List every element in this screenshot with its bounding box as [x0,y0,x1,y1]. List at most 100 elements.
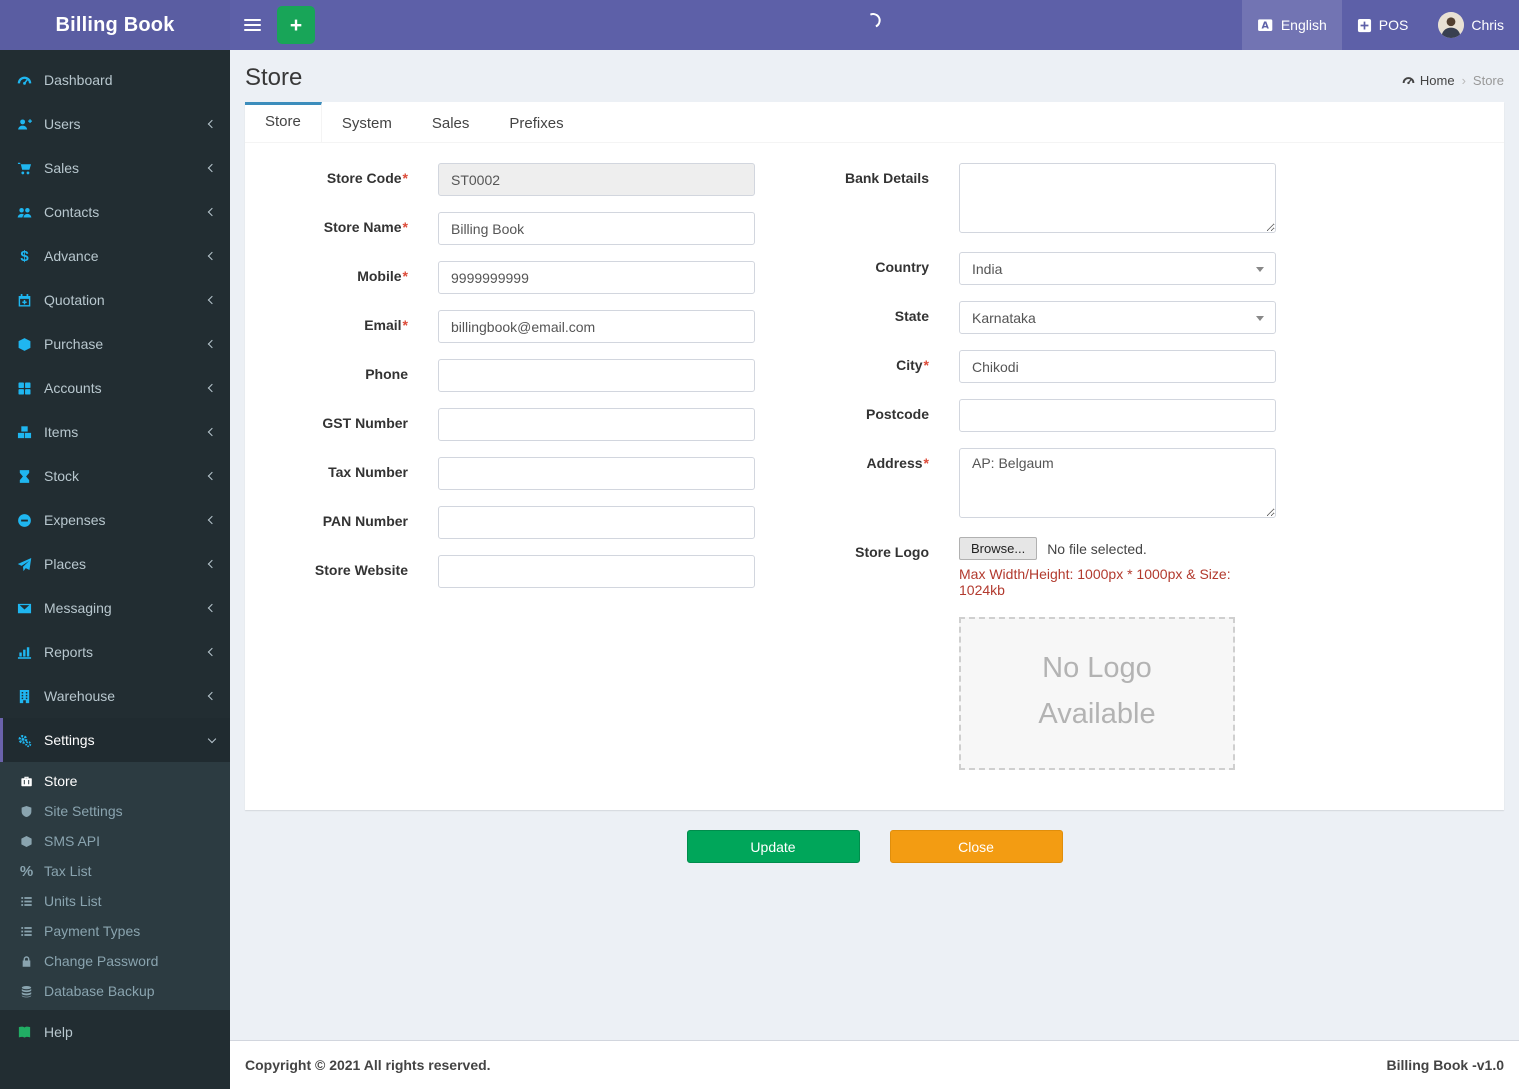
country-select[interactable]: India [959,252,1276,285]
shield-icon [18,805,35,818]
percent-icon: % [19,862,34,880]
sidebar-item-purchase[interactable]: Purchase [0,322,230,366]
database-icon [18,985,35,998]
store-name-input[interactable] [438,212,755,245]
sidebar-item-site-settings[interactable]: Site Settings [0,796,230,826]
chevron-left-icon [207,251,217,261]
app-logo[interactable]: Billing Book [0,0,230,50]
sidebar-item-database-backup[interactable]: Database Backup [0,976,230,1006]
gst-number-input[interactable] [438,408,755,441]
billing-book-app: Billing Book + English POS Chris Dashboa… [0,0,1519,1089]
city-label: City* [896,357,929,373]
field-address: Address* AP: Belgaum [790,448,1276,521]
user-plus-icon [15,117,34,132]
mobile-input[interactable] [438,261,755,294]
city-input[interactable] [959,350,1276,383]
chevron-left-icon [207,383,217,393]
field-pan-number: PAN Number [255,506,755,539]
sidebar-item-contacts[interactable]: Contacts [0,190,230,234]
sidebar-item-store[interactable]: Store [0,766,230,796]
sidebar-item-stock[interactable]: Stock [0,454,230,498]
footer: Copyright © 2021 All rights reserved. Bi… [230,1040,1519,1089]
email-input[interactable] [438,310,755,343]
sidebar-item-messaging[interactable]: Messaging [0,586,230,630]
store-name-label: Store Name* [323,219,408,235]
browse-button[interactable]: Browse... [959,537,1038,560]
field-store-logo: Store Logo Browse... No file selected. M… [790,537,1276,770]
gst-number-label: GST Number [322,415,408,431]
update-button[interactable]: Update [686,830,860,863]
field-country: Country India [790,252,1276,285]
list-icon [18,925,35,938]
tab-sales[interactable]: Sales [412,102,490,142]
close-button[interactable]: Close [889,830,1063,863]
loading-spinner [863,10,883,31]
users-icon [15,205,34,220]
minus-circle-icon [15,513,34,528]
bank-details-textarea[interactable] [959,163,1276,233]
sidebar-item-expenses[interactable]: Expenses [0,498,230,542]
plus-square-icon [1357,18,1372,33]
chevron-left-icon [207,427,217,437]
field-city: City* [790,350,1276,383]
pan-number-input[interactable] [438,506,755,539]
postcode-input[interactable] [959,399,1276,432]
breadcrumb-current: Store [1472,73,1504,88]
sidebar-item-change-password[interactable]: Change Password [0,946,230,976]
quick-add-button[interactable]: + [277,6,315,44]
building-icon [15,689,34,704]
store-form: Store Code* Store Name* Mobile* [245,143,1504,810]
address-textarea[interactable]: AP: Belgaum [959,448,1276,518]
calendar-plus-icon [15,293,34,308]
sidebar-item-sms-api[interactable]: SMS API [0,826,230,856]
sidebar-item-dashboard[interactable]: Dashboard [0,58,230,102]
list-icon [18,895,35,908]
tab-store[interactable]: Store [245,102,322,142]
bar-chart-icon [15,645,34,660]
field-tax-number: Tax Number [255,457,755,490]
field-state: State Karnataka [790,301,1276,334]
chevron-left-icon [207,119,217,129]
pos-button[interactable]: POS [1342,0,1424,50]
sidebar-item-warehouse[interactable]: Warehouse [0,674,230,718]
store-code-input[interactable] [438,163,755,196]
user-menu[interactable]: Chris [1423,0,1519,50]
tab-bar: Store System Sales Prefixes [245,102,1504,143]
store-code-label: Store Code* [326,170,408,186]
phone-input[interactable] [438,359,755,392]
sidebar-item-tax-list[interactable]: % Tax List [0,856,230,886]
field-phone: Phone [255,359,755,392]
sidebar-item-help[interactable]: Help [0,1010,230,1054]
language-menu[interactable]: English [1241,0,1342,50]
sidebar-toggle-button[interactable] [230,0,275,50]
sidebar-item-payment-types[interactable]: Payment Types [0,916,230,946]
phone-label: Phone [365,366,408,382]
store-website-input[interactable] [438,555,755,588]
sidebar: Dashboard Users Sales Contacts $ Advance [0,50,230,1089]
sidebar-item-users[interactable]: Users [0,102,230,146]
sidebar-item-reports[interactable]: Reports [0,630,230,674]
field-bank-details: Bank Details [790,163,1276,236]
sidebar-item-places[interactable]: Places [0,542,230,586]
sidebar-item-items[interactable]: Items [0,410,230,454]
sidebar-item-units-list[interactable]: Units List [0,886,230,916]
state-select[interactable]: Karnataka [959,301,1276,334]
page-title: Store [245,64,303,91]
tab-system[interactable]: System [322,102,412,142]
breadcrumb-home-link[interactable]: Home [1402,73,1455,88]
breadcrumb-separator: › [1461,73,1466,88]
mobile-label: Mobile* [357,268,408,284]
sidebar-item-quotation[interactable]: Quotation [0,278,230,322]
field-postcode: Postcode [790,399,1276,432]
chevron-left-icon [207,207,217,217]
lock-icon [18,955,35,968]
tab-prefixes[interactable]: Prefixes [489,102,583,142]
gauge-icon [15,73,34,88]
tax-number-input[interactable] [438,457,755,490]
top-navbar: Billing Book + English POS Chris [0,0,1519,50]
sidebar-item-sales[interactable]: Sales [0,146,230,190]
sidebar-item-advance[interactable]: $ Advance [0,234,230,278]
settings-submenu: Store Site Settings SMS API % Tax List U… [0,762,230,1010]
sidebar-item-settings[interactable]: Settings [0,718,230,762]
sidebar-item-accounts[interactable]: Accounts [0,366,230,410]
